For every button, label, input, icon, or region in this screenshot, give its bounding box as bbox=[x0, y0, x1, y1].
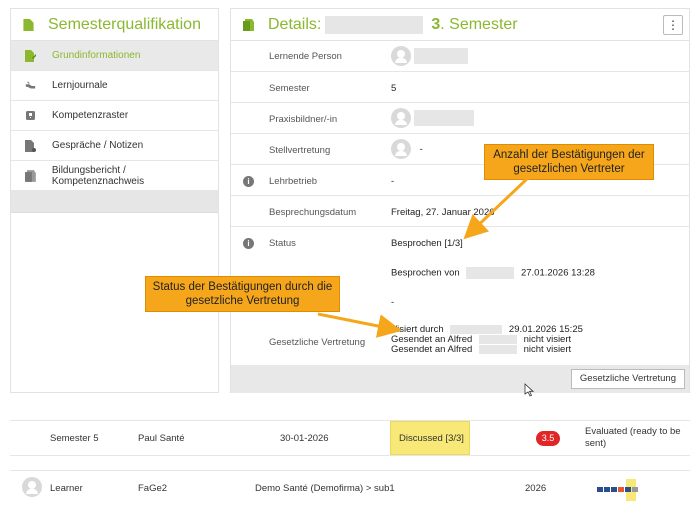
arrow-status bbox=[317, 312, 402, 338]
score-text: 3.5 bbox=[541, 433, 555, 443]
avatar bbox=[22, 477, 42, 497]
list-date: 30-01-2026 bbox=[280, 433, 329, 444]
score-badge: 3.5 bbox=[536, 431, 560, 446]
progress-squares-icon bbox=[597, 479, 638, 501]
list-item[interactable]: Semester 5 Paul Santé 30-01-2026 Discuss… bbox=[10, 420, 690, 456]
list-name: Paul Santé bbox=[138, 433, 185, 444]
list-role: Learner bbox=[50, 483, 83, 494]
list-item[interactable]: Learner FaGe2 Demo Santé (Demofirma) > s… bbox=[10, 470, 690, 505]
list-company: Demo Santé (Demofirma) > sub1 bbox=[255, 483, 395, 494]
list-year: 2026 bbox=[525, 483, 547, 494]
list-class: FaGe2 bbox=[138, 483, 168, 494]
status-text: Discussed [3/3] bbox=[399, 433, 464, 444]
list-semester: Semester 5 bbox=[50, 433, 99, 444]
arrow-anzahl bbox=[463, 174, 532, 240]
evaluated-text: Evaluated (ready to be sent) bbox=[585, 426, 681, 449]
